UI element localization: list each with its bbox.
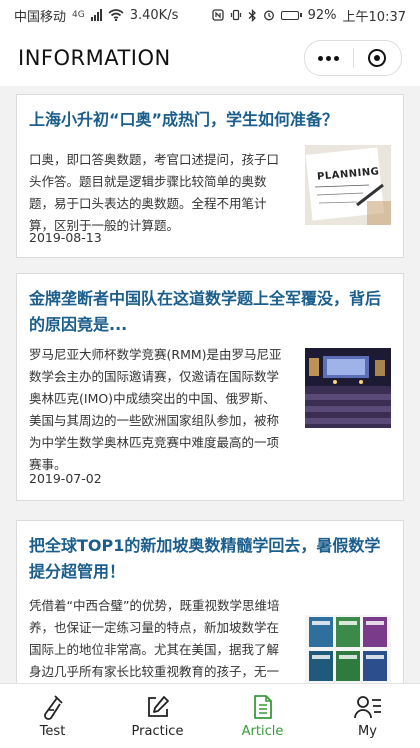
article-card[interactable]: 金牌垄断者中国队在这道数学题上全军覆没，背后的原因竟是... 罗马尼亚大师杯数学…: [16, 273, 404, 501]
target-icon: [368, 49, 387, 67]
auditorium-image: [305, 348, 391, 428]
article-summary: 口奥，即口答奥数题，考官口述提问，孩子口头作答。题目就是逻辑步骤比较简单的奥数题…: [29, 152, 280, 233]
article-title[interactable]: 上海小升初“口奥”成热门，学生如何准备？: [29, 107, 391, 133]
user-list-icon: [353, 695, 381, 718]
more-button[interactable]: [305, 41, 353, 75]
article-title[interactable]: 把全球TOP1的新加坡奥数精髓学回去，暑假数学提分超管用！: [29, 533, 391, 585]
article-card[interactable]: 上海小升初“口奥”成热门，学生如何准备？ 口奥，即口答奥数题，考官口述提问，孩子…: [16, 94, 404, 258]
tab-label: My: [358, 723, 377, 739]
planning-notebook-image: [305, 145, 391, 225]
tab-my[interactable]: My: [315, 684, 420, 748]
status-bar: 中国移动 4G 3.40K/s 92% 上午10:37: [0, 0, 420, 30]
flask-icon: [43, 694, 63, 720]
tab-practice[interactable]: Practice: [105, 684, 210, 748]
nfc-icon: [211, 9, 224, 21]
tab-article[interactable]: Article: [210, 684, 315, 748]
page-title: INFORMATION: [18, 46, 171, 70]
math-books-image: [305, 615, 391, 683]
tab-label: Article: [241, 723, 284, 739]
article-summary: 凭借着“中西合璧”的优势，既重视数学思维培养，也保证一定练习量的特点，新加坡数学…: [29, 598, 280, 679]
clock-label: 上午10:37: [342, 9, 406, 25]
article-summary: 罗马尼亚大师杯数学竞赛(RMM)是由罗马尼亚数学会主办的国际邀请赛，仅邀请在国际…: [29, 347, 282, 472]
vibrate-icon: [230, 9, 241, 21]
carrier-label: 中国移动: [14, 9, 67, 25]
article-date: 2019-07-02: [29, 471, 102, 486]
mini-program-capsule: [304, 40, 402, 76]
more-dots-icon: [318, 55, 340, 61]
status-left: 中国移动 4G 3.40K/s: [14, 6, 178, 25]
alarm-icon: [263, 10, 274, 21]
battery-label: 92%: [307, 7, 337, 23]
tab-test[interactable]: Test: [0, 684, 105, 748]
article-card[interactable]: 把全球TOP1的新加坡奥数精髓学回去，暑假数学提分超管用！ 凭借着“中西合璧”的…: [16, 520, 404, 683]
network-speed-label: 3.40K/s: [129, 7, 179, 23]
tab-label: Test: [39, 723, 66, 739]
document-icon: [253, 694, 272, 719]
article-feed[interactable]: 上海小升初“口奥”成热门，学生如何准备？ 口奥，即口答奥数题，考官口述提问，孩子…: [0, 86, 420, 683]
article-date: 2019-08-13: [29, 230, 102, 245]
article-thumbnail: [305, 348, 391, 428]
article-title[interactable]: 金牌垄断者中国队在这道数学题上全军覆没，背后的原因竟是...: [29, 286, 391, 338]
article-thumbnail: PLANNING: [305, 145, 391, 225]
signal-icon: [90, 9, 102, 21]
tab-label: Practice: [131, 723, 184, 739]
pencil-square-icon: [147, 695, 169, 717]
status-right: 92% 上午10:37: [211, 6, 406, 25]
bottom-tab-bar: Test Practice Article My: [0, 683, 420, 748]
nav-header: INFORMATION: [0, 30, 420, 86]
battery-icon: [280, 10, 302, 20]
bluetooth-icon: [248, 8, 256, 22]
network-type-label: 4G: [72, 10, 85, 20]
wifi-icon: [108, 9, 124, 21]
article-thumbnail: [305, 615, 391, 683]
close-mini-program-button[interactable]: [354, 41, 402, 75]
